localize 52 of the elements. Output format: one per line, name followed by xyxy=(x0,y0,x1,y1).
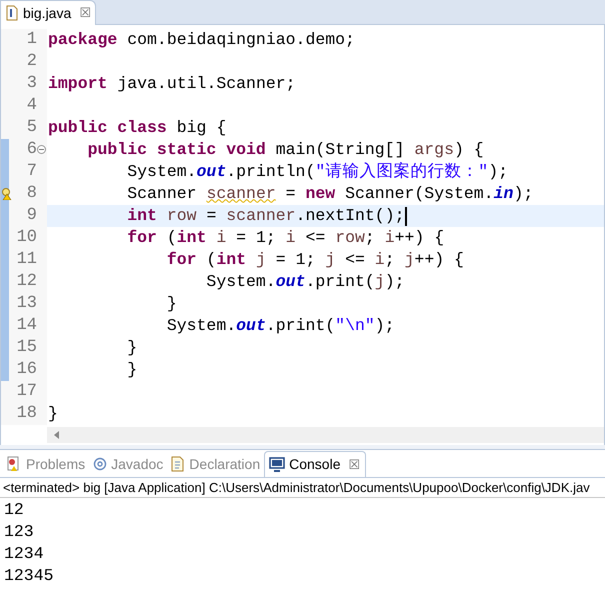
code-line: for (int j = 1; j <= i; j++) { xyxy=(166,249,465,271)
line-number: 5 xyxy=(26,117,37,140)
document-icon xyxy=(171,456,186,472)
code-line: } xyxy=(126,359,138,381)
line-number: 1 xyxy=(26,29,37,52)
line-number: 13 xyxy=(16,293,37,316)
horizontal-scrollbar[interactable] xyxy=(47,427,604,443)
line-number: 18 xyxy=(16,403,37,426)
monitor-icon xyxy=(269,457,286,472)
code-line: public class big { xyxy=(47,117,228,139)
code-line: } xyxy=(166,293,178,315)
line-number: 8 xyxy=(26,183,37,206)
panel-tab[interactable]: Declaration xyxy=(167,451,264,477)
console-output-line: 123 xyxy=(4,521,35,543)
console-header: <terminated> big [Java Application] C:\Users\Administrator\Documents\Upupoo\Docker\config\JDK.jav xyxy=(0,478,605,498)
line-number: 15 xyxy=(16,337,37,360)
close-icon[interactable]: ☒ xyxy=(348,454,360,474)
code-line: } xyxy=(47,403,59,425)
line-number: 3 xyxy=(26,73,37,96)
code-line: System.out.println("请输入图案的行数："); xyxy=(126,161,509,183)
panel-tab[interactable]: Console ☒ xyxy=(264,451,366,477)
code-line: import java.util.Scanner; xyxy=(47,73,297,95)
close-icon[interactable]: ☒ xyxy=(79,3,92,23)
panel-tab[interactable]: Javadoc xyxy=(89,451,168,477)
line-number: 6 xyxy=(26,139,37,162)
code-line: public static void main(String[] args) { xyxy=(86,139,485,161)
line-number: 12 xyxy=(16,271,37,294)
editor-tab[interactable]: big.java ☒ xyxy=(0,0,96,25)
line-number: 14 xyxy=(16,315,37,338)
line-number: 10 xyxy=(16,227,37,250)
scroll-left-icon[interactable] xyxy=(54,431,59,439)
panel-tab[interactable]: Problems xyxy=(2,451,90,477)
line-number: 2 xyxy=(26,51,37,74)
collapse-icon[interactable] xyxy=(37,145,46,154)
code-line: Scanner scanner = new Scanner(System.in); xyxy=(126,183,534,205)
code-line: for (int i = 1; i <= row; i++) { xyxy=(126,227,446,249)
code-line: package com.beidaqingniao.demo; xyxy=(47,29,356,51)
code-line: System.out.print(j); xyxy=(205,271,406,293)
code-line: System.out.print("\n"); xyxy=(166,315,396,337)
line-number: 7 xyxy=(26,161,37,184)
line-number: 11 xyxy=(16,249,37,272)
line-number: 16 xyxy=(16,359,37,382)
code-line: } xyxy=(126,337,138,359)
java-file-icon xyxy=(5,5,19,21)
text-cursor xyxy=(404,206,406,226)
console-output-line: 12 xyxy=(4,499,25,521)
line-number: 17 xyxy=(16,381,37,404)
line-number: 4 xyxy=(26,95,37,118)
console-output-line: 12345 xyxy=(4,565,55,587)
tab-title: big.java xyxy=(23,4,72,23)
console-output-line: 1234 xyxy=(4,543,45,565)
line-number: 9 xyxy=(26,205,37,228)
